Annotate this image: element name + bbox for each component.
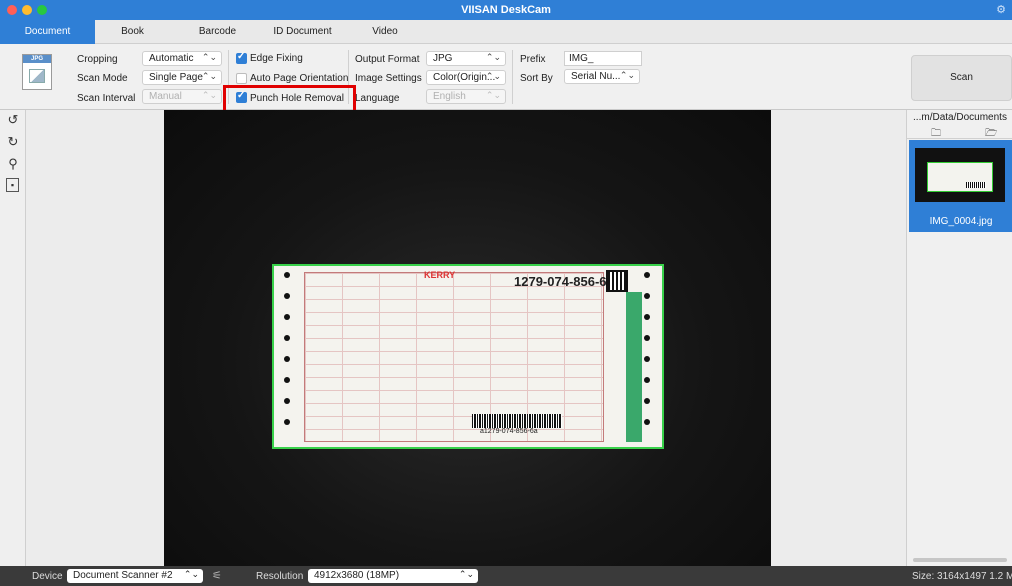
document-settings-toolbar: JPG Cropping Automatic ⌃⌄ Scan Mode Singl…	[0, 44, 1012, 110]
chevron-updown-icon: ⌃⌄	[458, 569, 474, 579]
chevron-updown-icon: ⌃⌄	[485, 52, 501, 62]
scan-interval-select: Manual ⌃⌄	[142, 89, 222, 104]
rotate-cw-icon[interactable]: ↻	[6, 134, 20, 150]
cropping-select[interactable]: Automatic ⌃⌄	[142, 51, 222, 66]
punch-holes-right	[644, 272, 652, 442]
output-format-label: Output Format	[355, 54, 420, 65]
auto-page-orientation-label: Auto Page Orientation	[250, 73, 349, 84]
image-settings-label: Image Settings	[355, 73, 422, 84]
tab-document[interactable]: Document	[0, 20, 95, 44]
image-settings-select[interactable]: Color(Origin... ⌃⌄	[426, 70, 506, 85]
language-label: Language	[355, 93, 400, 104]
output-format-select[interactable]: JPG ⌃⌄	[426, 51, 506, 66]
tab-barcode[interactable]: Barcode	[180, 20, 255, 44]
thumbnail-scrollbar[interactable]	[913, 558, 1007, 562]
chevron-updown-icon: ⌃⌄	[485, 71, 501, 81]
scan-mode-label: Scan Mode	[77, 73, 128, 84]
resolution-label: Resolution	[256, 571, 304, 582]
receipt-brand-logo: KERRY	[424, 270, 456, 280]
mode-tab-bar: Document Book Barcode ID Document Video	[0, 20, 1012, 44]
image-size-info: Size: 3164x1497 1.2 MB	[912, 571, 1012, 582]
scan-mode-select[interactable]: Single Page ⌃⌄	[142, 70, 222, 85]
barcode-icon	[472, 414, 562, 428]
window-title: VIISAN DeskCam	[461, 4, 551, 16]
device-label: Device	[32, 571, 63, 582]
a3-size-icon[interactable]: ▪	[6, 178, 19, 192]
tab-video[interactable]: Video	[350, 20, 420, 44]
punch-holes-left	[284, 272, 292, 442]
prefix-label: Prefix	[520, 54, 546, 65]
resolution-select[interactable]: 4912x3680 (18MP) ⌃⌄	[308, 569, 478, 583]
receipt-tracking-number: 1279-074-856-6	[514, 274, 607, 289]
thumbnail-filename: IMG_0004.jpg	[929, 216, 993, 227]
rotate-ccw-icon[interactable]: ↺	[6, 112, 20, 128]
scan-button[interactable]: Scan	[911, 55, 1012, 101]
camera-settings-icon[interactable]: ⚟	[212, 569, 222, 582]
status-bar: Device Document Scanner #2 ⌃⌄ ⚟ Resolutio…	[0, 566, 1012, 586]
language-select: English ⌃⌄	[426, 89, 506, 104]
chevron-updown-icon: ⌃⌄	[619, 70, 635, 80]
jpg-document-icon: JPG	[22, 54, 52, 90]
folder-path[interactable]: ...m/Data/Documents	[907, 112, 1012, 125]
thumbnail-image	[915, 148, 1005, 202]
auto-page-orientation-checkbox[interactable]	[236, 73, 247, 84]
prefix-input[interactable]: IMG_	[564, 51, 642, 66]
scanned-receipt-preview[interactable]: KERRY 1279-074-856-6 a1279-074-856-6a	[272, 264, 664, 449]
scan-interval-label: Scan Interval	[77, 93, 136, 104]
chevron-updown-icon: ⌃⌄	[485, 90, 501, 100]
sort-by-label: Sort By	[520, 73, 553, 84]
chevron-updown-icon: ⌃⌄	[201, 71, 217, 81]
left-tool-rail: ↺ ↻ ⚲ ▪	[0, 110, 26, 566]
settings-gear-icon[interactable]: ⚙	[996, 3, 1006, 16]
chevron-updown-icon: ⌃⌄	[201, 90, 217, 100]
toolbar-divider	[512, 50, 513, 104]
qr-code-icon	[606, 270, 628, 292]
sort-by-select[interactable]: Serial Nu... ⌃⌄	[564, 69, 640, 84]
stamp-icon[interactable]: ⚲	[6, 156, 20, 172]
chevron-updown-icon: ⌃⌄	[201, 52, 217, 62]
cropping-label: Cropping	[77, 54, 118, 65]
file-browser-panel: ...m/Data/Documents 🗀 🗁 IMG_0004.jpg	[906, 110, 1012, 566]
title-bar: VIISAN DeskCam ⚙	[0, 0, 1012, 20]
tab-book[interactable]: Book	[95, 20, 170, 44]
folder-actions: 🗀 🗁	[907, 125, 1012, 139]
receipt-green-stripe	[626, 292, 642, 442]
device-select[interactable]: Document Scanner #2 ⌃⌄	[67, 569, 203, 583]
tab-id-document[interactable]: ID Document	[255, 20, 350, 44]
thumbnail-item-selected[interactable]: IMG_0004.jpg	[909, 140, 1012, 232]
edge-fixing-label: Edge Fixing	[250, 53, 303, 64]
receipt-barcode-text: a1279-074-856-6a	[480, 428, 538, 435]
chevron-updown-icon: ⌃⌄	[183, 569, 199, 579]
edge-fixing-checkbox[interactable]	[236, 51, 247, 64]
